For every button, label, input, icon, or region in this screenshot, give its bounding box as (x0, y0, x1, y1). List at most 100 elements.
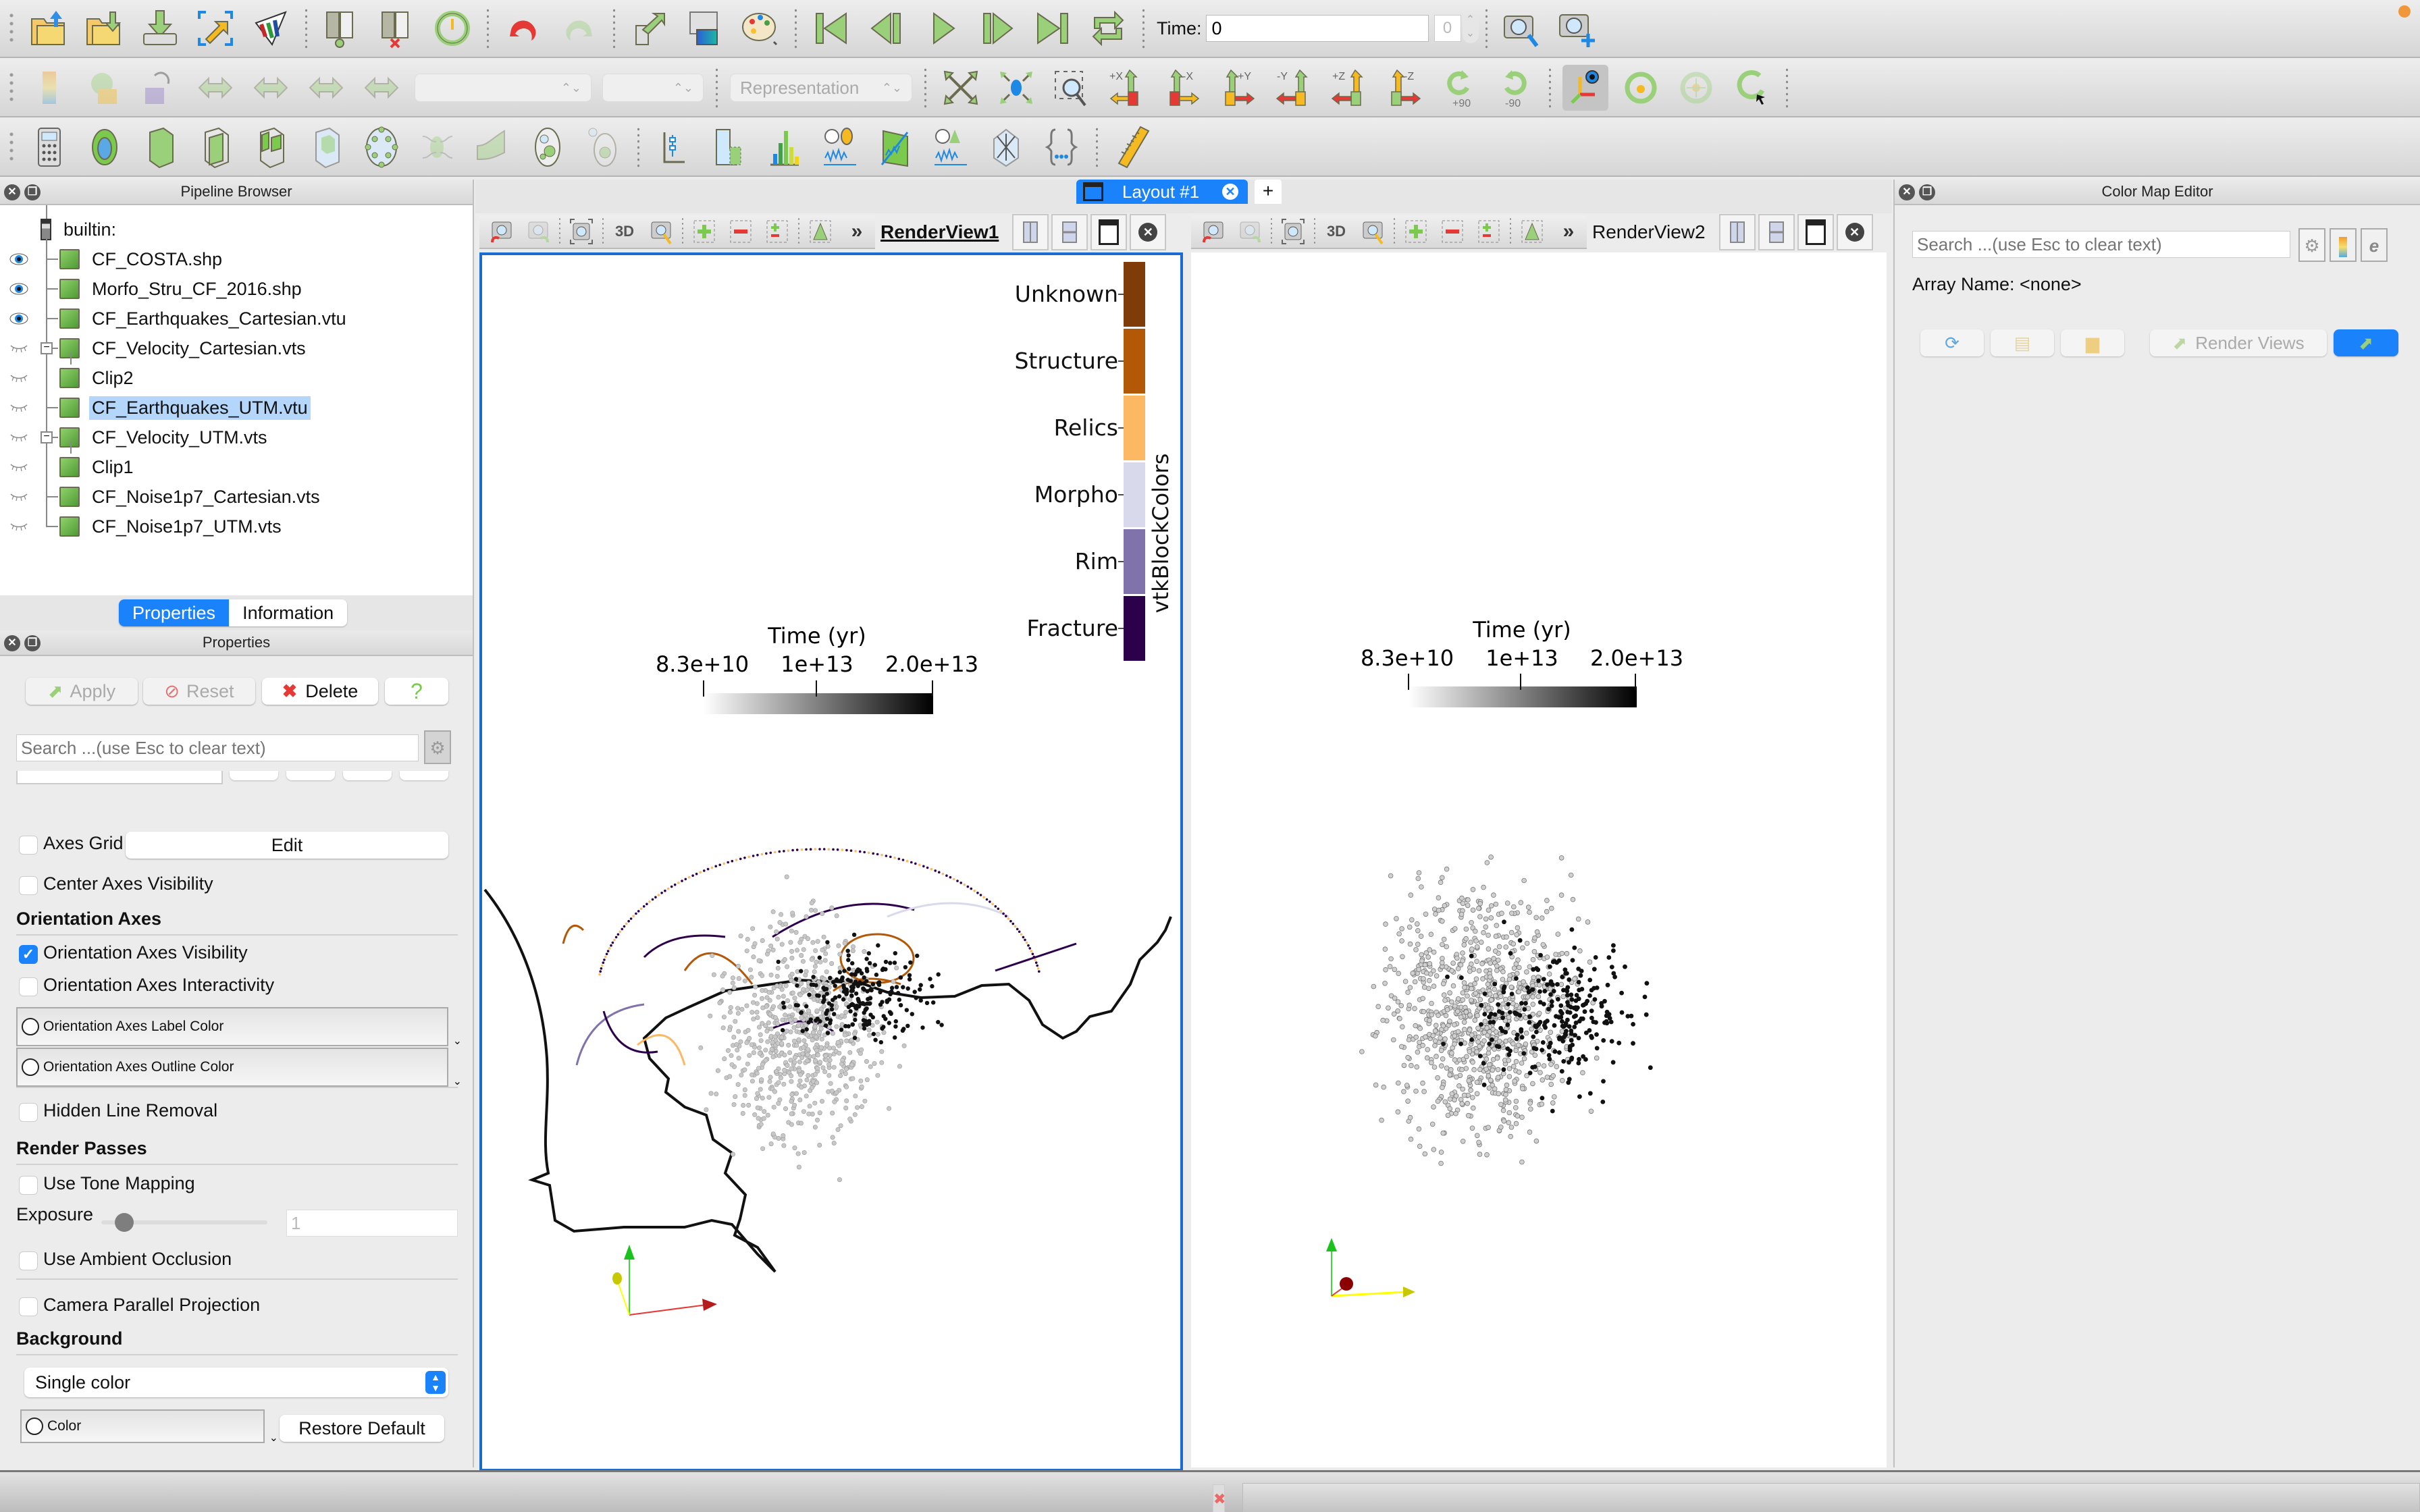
interactive-select-button[interactable] (762, 216, 793, 247)
plot-selection-over-time-button[interactable] (928, 124, 974, 170)
axes-grid-edit-button[interactable]: Edit (126, 832, 448, 859)
orientation-axes-visibility-checkbox[interactable]: ✓ (19, 945, 38, 964)
render-view-2[interactable]: Time (yr) 8.3e+10 1e+13 2.0e+13 (1191, 252, 1887, 1467)
background-mode-select[interactable]: Single color ▲ ▼ (24, 1368, 448, 1397)
disconnect-server-button[interactable] (374, 5, 420, 51)
capture-view-button[interactable] (1554, 5, 1600, 51)
reset-center-button[interactable] (1673, 65, 1719, 111)
render-view-1-canvas[interactable]: UnknownStructureRelicsMorphoRimFracture … (482, 255, 1180, 1469)
color-map-settings-button[interactable]: ⚙ (2298, 228, 2325, 262)
plot-data-over-time-button[interactable] (817, 124, 863, 170)
collapse-toggle[interactable]: − (41, 342, 53, 354)
ruler-button[interactable] (1109, 124, 1155, 170)
extract-subset-button[interactable] (303, 124, 349, 170)
rotate-minus-90-button[interactable]: -90 (1492, 65, 1537, 111)
camera-undo-button[interactable] (486, 216, 517, 247)
color-map-search-input[interactable] (1912, 231, 2290, 258)
render-view-2-canvas[interactable]: Time (yr) 8.3e+10 1e+13 2.0e+13 (1191, 252, 1887, 1467)
auto-render-toggle-button[interactable]: ⬈ (2334, 329, 2398, 356)
clipped-button[interactable] (400, 771, 448, 780)
use-tone-mapping-checkbox[interactable] (19, 1176, 38, 1195)
time-input[interactable] (1205, 15, 1429, 42)
open-file-button[interactable] (26, 5, 72, 51)
view-minus-x-button[interactable]: -X (1159, 65, 1205, 111)
camera-redo-button[interactable] (1234, 216, 1265, 247)
component-select[interactable]: ⌃⌄ (602, 74, 704, 102)
select-block-button[interactable] (805, 216, 836, 247)
orientation-axes-label-color-button[interactable]: Orientation Axes Label Color ⌄ (16, 1007, 462, 1047)
plot-over-line-button[interactable] (651, 124, 697, 170)
select-cells-on-button[interactable] (689, 216, 720, 247)
view-minus-y-button[interactable]: -Y (1270, 65, 1316, 111)
eye-open-icon[interactable] (9, 282, 28, 296)
pipeline-item[interactable]: CF_Earthquakes_Cartesian.vtu (0, 304, 473, 333)
pipeline-item[interactable]: CF_Noise1p7_UTM.vts (0, 512, 473, 541)
zoom-to-box-button[interactable] (1049, 65, 1095, 111)
reset-range-button[interactable] (137, 65, 183, 111)
float-panel-icon[interactable]: ❐ (24, 184, 41, 200)
apply-filter-button[interactable] (627, 5, 673, 51)
extract-level-button[interactable] (580, 124, 626, 170)
eye-open-icon[interactable] (9, 252, 28, 266)
next-frame-button[interactable] (974, 5, 1020, 51)
color-by-select[interactable]: ⌃⌄ (415, 74, 591, 102)
edit-color-legend-button[interactable]: e (2361, 228, 2388, 262)
eye-closed-icon[interactable] (9, 431, 28, 444)
eye-closed-icon[interactable] (9, 460, 28, 474)
clipped-button[interactable] (230, 771, 278, 780)
orientation-axes-outline-color-button[interactable]: Orientation Axes Outline Color ⌄ (16, 1048, 462, 1087)
hidden-line-removal-checkbox[interactable] (19, 1103, 38, 1122)
pick-center-button[interactable] (1729, 65, 1774, 111)
camera-parallel-projection-checkbox[interactable] (19, 1297, 38, 1316)
axes-grid-checkbox[interactable] (19, 836, 38, 855)
close-panel-icon[interactable]: ✕ (1899, 184, 1915, 200)
exposure-input[interactable]: 1 (286, 1210, 458, 1237)
close-panel-icon[interactable]: ✕ (4, 184, 20, 200)
view-plus-z-button[interactable]: +Z (1325, 65, 1371, 111)
plot-selection-button[interactable] (706, 124, 752, 170)
select-points-on-button[interactable] (725, 216, 756, 247)
float-panel-icon[interactable]: ❐ (24, 635, 41, 651)
clip-filter-button[interactable] (137, 124, 183, 170)
pipeline-item[interactable]: Morfo_Stru_CF_2016.shp (0, 274, 473, 304)
camera-edit-button[interactable] (1357, 216, 1388, 247)
restore-default-button[interactable]: Restore Default (280, 1415, 444, 1442)
split-horizontal-button[interactable] (1012, 214, 1049, 250)
show-center-button[interactable] (1618, 65, 1664, 111)
time-index-input[interactable]: 0 (1433, 15, 1461, 42)
warp-by-vector-button[interactable] (469, 124, 515, 170)
loop-button[interactable] (1085, 5, 1131, 51)
connect-button[interactable] (192, 5, 238, 51)
interactive-select-button[interactable] (1473, 216, 1504, 247)
zoom-to-data-button[interactable] (993, 65, 1039, 111)
eye-closed-icon[interactable] (9, 401, 28, 414)
paraview-button[interactable] (248, 5, 294, 51)
glyph-filter-button[interactable] (359, 124, 404, 170)
reset-button[interactable]: ⊘ Reset (143, 678, 255, 705)
maximize-view-button[interactable] (1090, 214, 1128, 250)
contour-filter-button[interactable] (82, 124, 128, 170)
previous-frame-button[interactable] (864, 5, 910, 51)
view-title[interactable]: RenderView1 (880, 221, 999, 243)
reset-session-button[interactable] (429, 5, 475, 51)
rotate-plus-90-button[interactable]: +90 (1436, 65, 1482, 111)
toggle-orientation-axes-button[interactable] (1562, 65, 1608, 111)
toolbar-grip[interactable] (9, 130, 14, 164)
pipeline-item[interactable]: CF_Noise1p7_Cartesian.vts (0, 482, 473, 512)
toolbar-grip[interactable] (9, 11, 14, 45)
toggle-color-legend-button[interactable] (26, 65, 72, 111)
python-calculator-button[interactable] (983, 124, 1029, 170)
eye-closed-icon[interactable] (9, 520, 28, 533)
select-block-button[interactable] (1517, 216, 1548, 247)
rescale-custom-button[interactable]: ▤ (1991, 329, 2054, 356)
collapse-toggle[interactable]: − (41, 431, 53, 443)
reset-camera-button[interactable] (938, 65, 984, 111)
clipped-button[interactable] (286, 771, 335, 780)
toggle-3d-button[interactable]: 3D (1321, 216, 1352, 247)
rescale-custom-button[interactable] (192, 65, 238, 111)
orientation-axes-interactivity-checkbox[interactable] (19, 977, 38, 996)
group-datasets-button[interactable] (525, 124, 571, 170)
pipeline-item[interactable]: Clip1 (0, 441, 473, 482)
eye-closed-icon[interactable] (9, 342, 28, 355)
rescale-button[interactable]: ⟳ (1920, 329, 1984, 356)
